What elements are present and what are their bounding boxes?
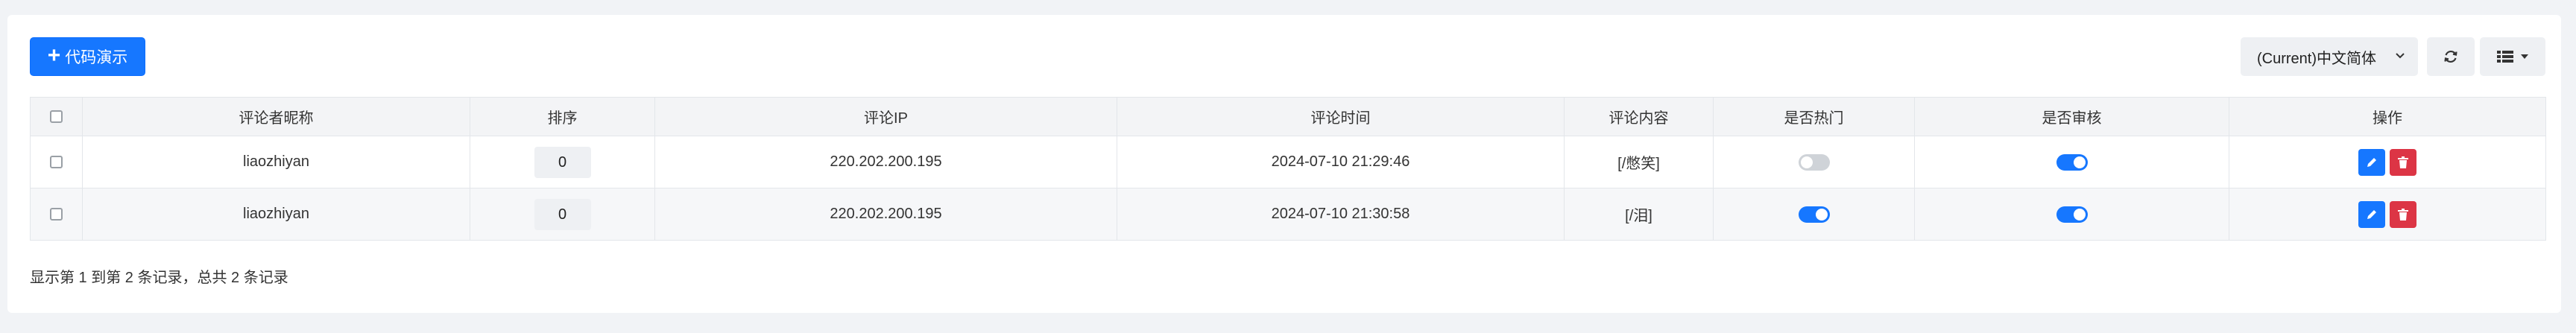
table-row: liaozhiyan 0 220.202.200.195 2024-07-10 …	[30, 188, 2546, 241]
plus-icon: +	[47, 42, 61, 68]
sort-cell: 0	[470, 188, 655, 241]
hot-toggle[interactable]	[1798, 153, 1830, 171]
chevron-down-icon	[2396, 53, 2405, 59]
approved-toggle[interactable]	[2056, 153, 2088, 171]
pagination-summary: 显示第 1 到第 2 条记录，总共 2 条记录	[30, 270, 288, 286]
delete-button[interactable]	[2390, 148, 2416, 176]
actions-cell	[2229, 136, 2546, 188]
trash-icon	[2398, 208, 2408, 221]
language-select[interactable]: (Current)中文简体	[2241, 37, 2418, 76]
content-cell: [/泪]	[1564, 188, 1714, 241]
select-all-cell	[30, 97, 83, 136]
header-actions: 操作	[2229, 97, 2546, 136]
toggle-knob	[1800, 156, 1813, 168]
time-cell: 2024-07-10 21:30:58	[1117, 188, 1565, 241]
ip-cell: 220.202.200.195	[654, 188, 1117, 241]
language-select-value: (Current)中文简体	[2257, 50, 2377, 67]
columns-toggle-button[interactable]	[2480, 37, 2545, 76]
pencil-icon	[2367, 209, 2376, 219]
ip-cell: 220.202.200.195	[654, 136, 1117, 188]
header-ip[interactable]: 评论IP	[654, 97, 1117, 136]
toggle-knob	[1815, 208, 1828, 221]
header-content[interactable]: 评论内容	[1564, 97, 1714, 136]
code-demo-label: 代码演示	[65, 49, 128, 66]
hot-cell	[1713, 188, 1915, 241]
hot-toggle[interactable]	[1798, 206, 1830, 223]
hot-cell	[1713, 136, 1915, 188]
sort-cell: 0	[470, 136, 655, 188]
caret-down-icon	[2521, 54, 2528, 59]
table-header-row: 评论者昵称 排序 评论IP 评论时间 评论内容 是否热门 是否审核 操作	[30, 97, 2546, 136]
nickname-cell: liaozhiyan	[82, 188, 470, 241]
header-approved[interactable]: 是否审核	[1914, 97, 2229, 136]
trash-icon	[2398, 156, 2408, 168]
toggle-knob	[2073, 208, 2086, 221]
pencil-icon	[2367, 157, 2376, 167]
header-time[interactable]: 评论时间	[1117, 97, 1565, 136]
actions-cell	[2229, 188, 2546, 241]
row-checkbox[interactable]	[50, 208, 63, 221]
refresh-icon	[2444, 50, 2457, 63]
header-hot[interactable]: 是否热门	[1713, 97, 1915, 136]
row-select-cell	[30, 136, 83, 188]
time-cell: 2024-07-10 21:29:46	[1117, 136, 1565, 188]
comments-table: 评论者昵称 排序 评论IP 评论时间 评论内容 是否热门 是否审核 操作 lia…	[30, 97, 2546, 241]
select-all-checkbox[interactable]	[50, 110, 63, 124]
edit-button[interactable]	[2358, 148, 2385, 176]
approved-cell	[1914, 188, 2229, 241]
edit-button[interactable]	[2358, 200, 2385, 228]
content-cell: [/憋笑]	[1564, 136, 1714, 188]
row-checkbox[interactable]	[50, 156, 63, 169]
list-columns-icon	[2497, 51, 2513, 63]
header-sort[interactable]: 排序	[470, 97, 655, 136]
toggle-knob	[2073, 156, 2086, 168]
nickname-cell: liaozhiyan	[82, 136, 470, 188]
row-select-cell	[30, 188, 83, 241]
table-row: liaozhiyan 0 220.202.200.195 2024-07-10 …	[30, 136, 2546, 188]
sort-input[interactable]: 0	[534, 198, 591, 230]
approved-toggle[interactable]	[2056, 206, 2088, 223]
code-demo-button[interactable]: + 代码演示	[30, 37, 145, 76]
approved-cell	[1914, 136, 2229, 188]
refresh-button[interactable]	[2427, 37, 2475, 76]
delete-button[interactable]	[2390, 200, 2416, 228]
sort-input[interactable]: 0	[534, 146, 591, 178]
header-nickname[interactable]: 评论者昵称	[82, 97, 470, 136]
